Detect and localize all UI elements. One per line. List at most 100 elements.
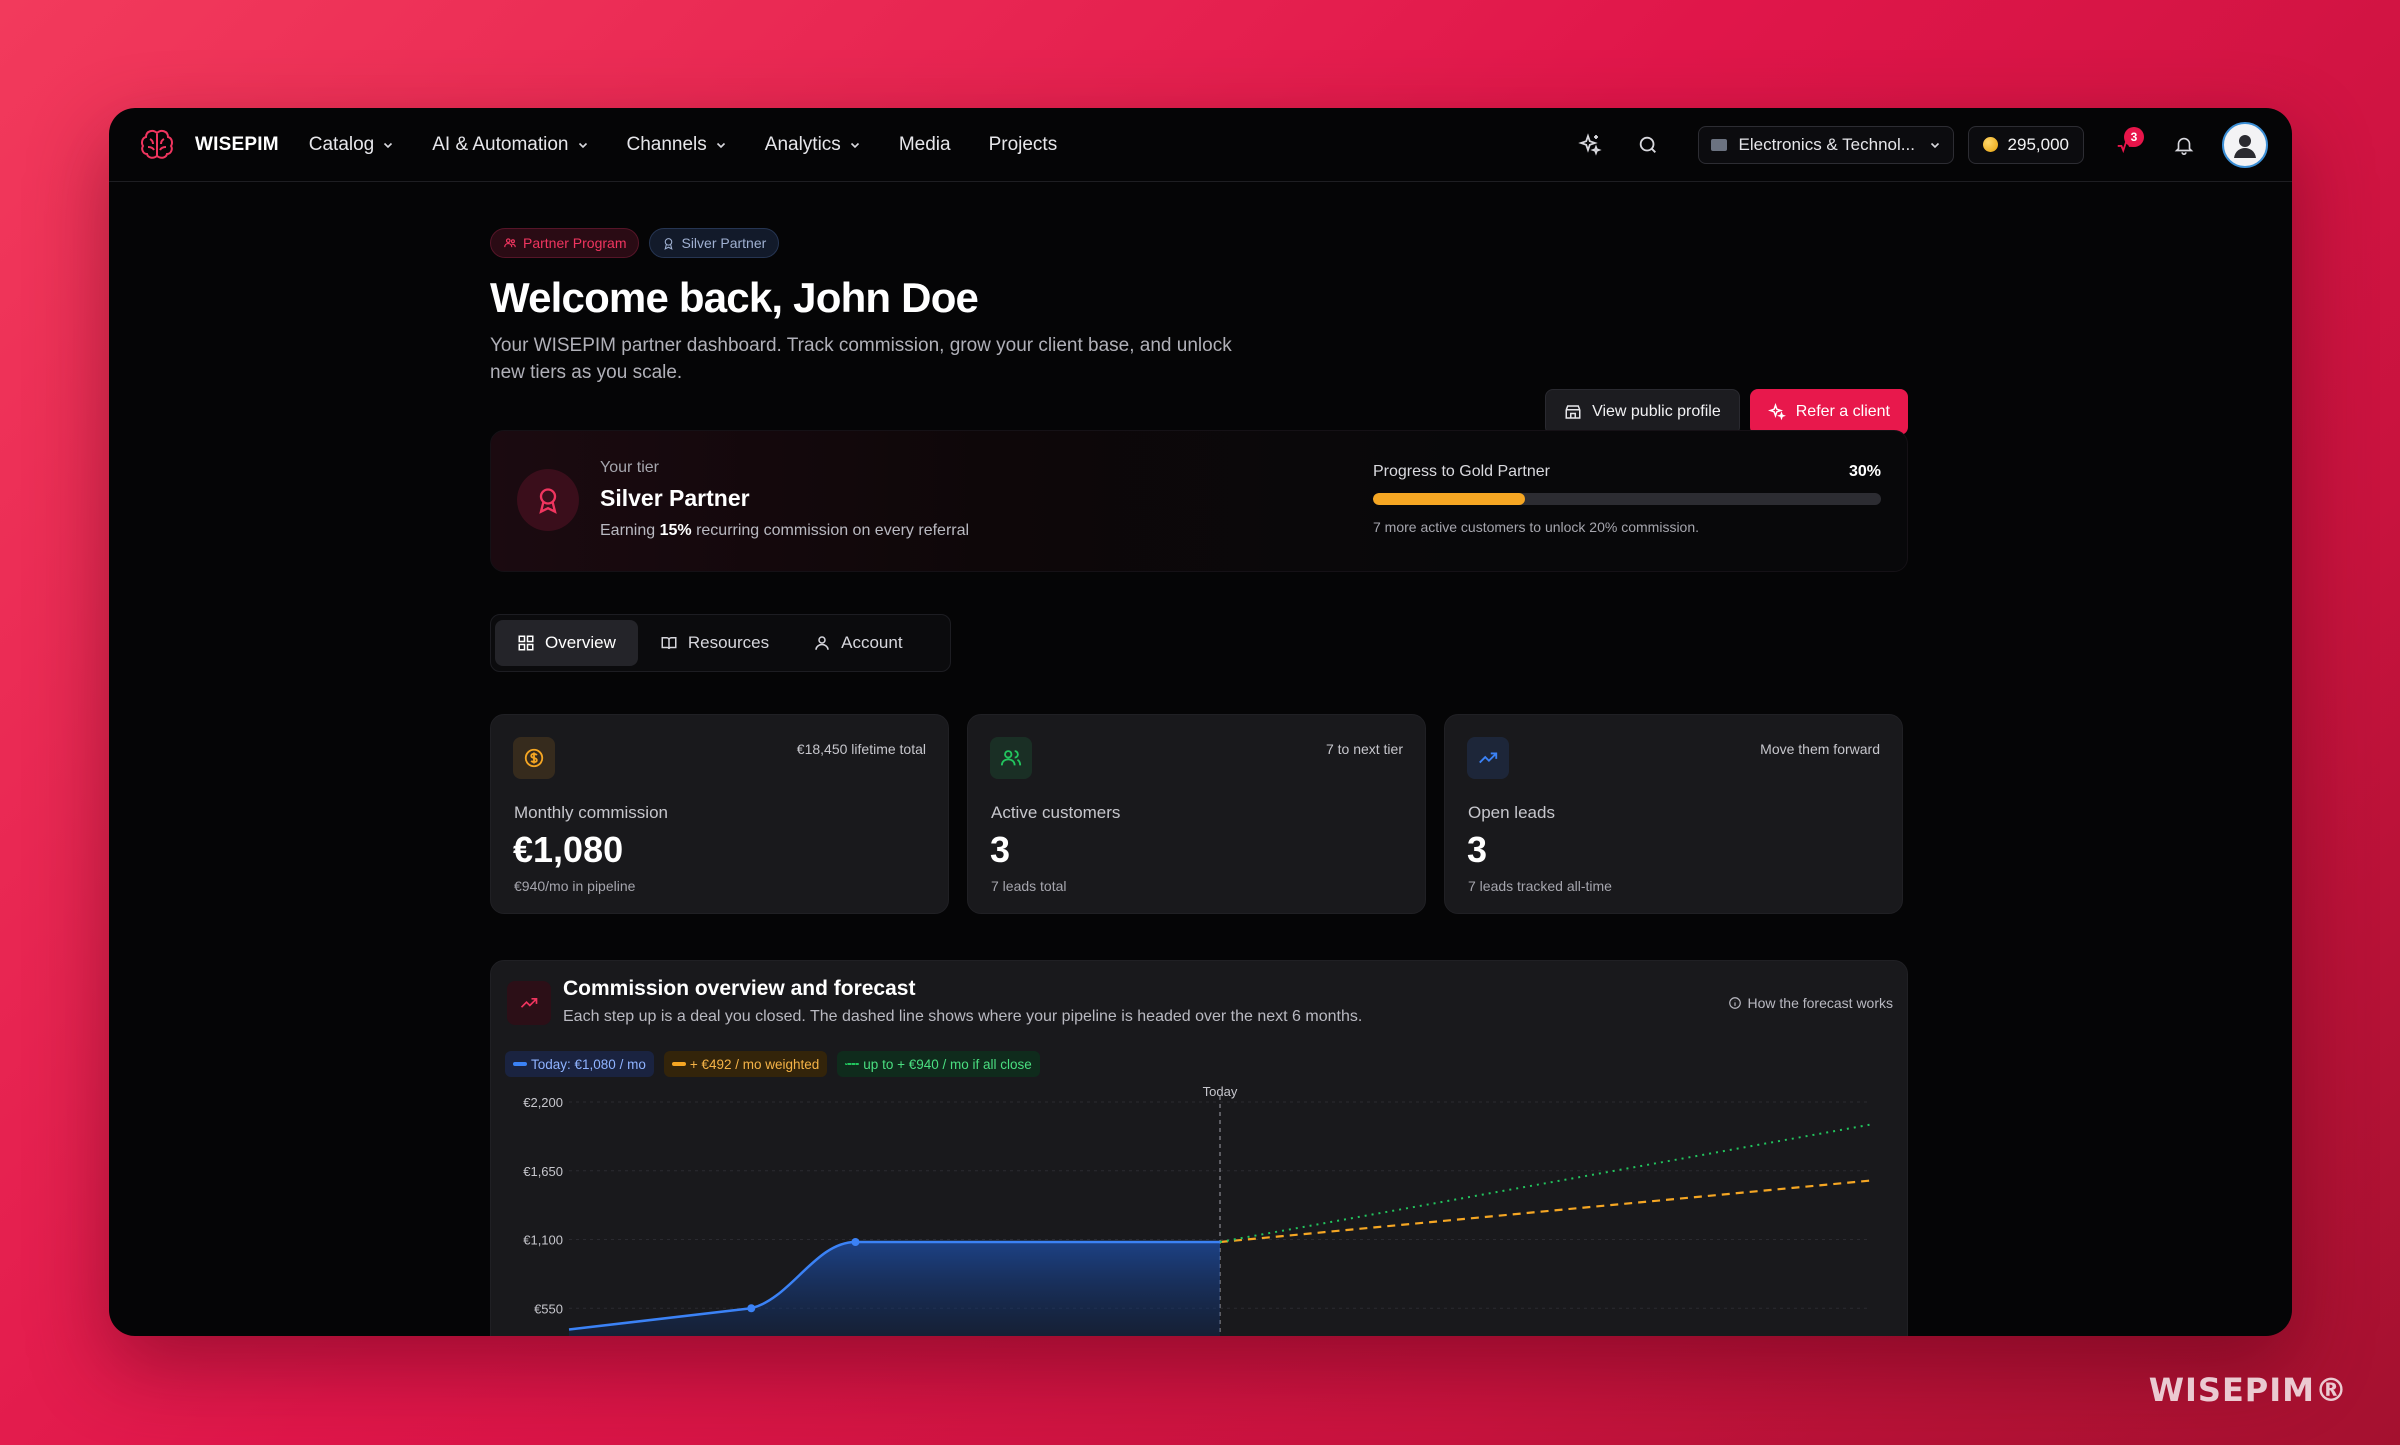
forecast-card: Commission overview and forecast Each st… — [490, 960, 1908, 1336]
stat-sub: €940/mo in pipeline — [514, 878, 636, 894]
dashboard-tabs: Overview Resources Account — [490, 614, 951, 672]
stat-meta: Move them forward — [1760, 741, 1880, 757]
brand-name[interactable]: WISEPIM — [195, 134, 279, 156]
brand-watermark: WISEPIM® — [2148, 1371, 2348, 1409]
users-icon — [504, 238, 516, 248]
view-public-profile-button[interactable]: View public profile — [1545, 389, 1740, 435]
nav-item-catalog[interactable]: Catalog — [309, 134, 395, 156]
partner-program-chip: Partner Program — [490, 228, 640, 258]
tier-label: Your tier — [600, 459, 659, 476]
nav-item-media[interactable]: Media — [899, 134, 951, 156]
store-icon — [1565, 405, 1581, 419]
flag-icon — [1710, 138, 1727, 151]
y-tick-label: €550 — [534, 1301, 563, 1316]
bell-icon — [2174, 137, 2194, 155]
nav-right: Electronics & Technol... 295,000 3 — [1552, 121, 2268, 168]
weighted-forecast-line — [1219, 1179, 1872, 1244]
tier-name: Silver Partner — [600, 485, 750, 511]
credits-balance[interactable]: 295,000 — [1967, 125, 2084, 164]
nav-item-channels[interactable]: Channels — [627, 134, 727, 156]
top-nav: WISEPIM Catalog AI & Automation Channels An… — [109, 108, 2292, 182]
stats-row: €18,450 lifetime total Monthly commission… — [490, 714, 1908, 914]
progress-track — [1373, 493, 1881, 505]
history-area — [569, 1242, 1220, 1336]
tab-account[interactable]: Account — [791, 620, 924, 666]
stat-label: Open leads — [1468, 803, 1555, 822]
refer-client-button[interactable]: Refer a client — [1749, 389, 1908, 435]
stat-meta: 7 to next tier — [1325, 741, 1403, 757]
tier-progress: Progress to Gold Partner 30% 7 more acti… — [1373, 463, 1881, 535]
tab-overview[interactable]: Overview — [495, 620, 638, 666]
user-icon — [2234, 134, 2256, 158]
dollar-icon — [513, 737, 555, 779]
chevron-down-icon — [1930, 142, 1939, 148]
hero-actions: View public profile Refer a client — [1545, 389, 1908, 435]
y-tick-label: €1,650 — [523, 1164, 563, 1179]
search-icon — [1639, 136, 1656, 153]
progress-fill — [1373, 493, 1526, 505]
nav-links: Catalog AI & Automation Channels Analytics M… — [309, 134, 1095, 156]
history-point — [851, 1238, 860, 1246]
silver-partner-label: Silver Partner — [681, 235, 767, 251]
activity-button[interactable]: 3 — [2106, 125, 2146, 165]
user-icon — [815, 636, 829, 650]
sparkles-icon — [1577, 132, 1602, 156]
nav-item-ai-automation[interactable]: AI & Automation — [432, 134, 588, 156]
stat-label: Active customers — [991, 803, 1121, 822]
refer-client-label: Refer a client — [1795, 403, 1890, 420]
stat-label: Monthly commission — [514, 803, 668, 822]
stat-value: €1,080 — [513, 829, 624, 870]
nav-item-analytics[interactable]: Analytics — [765, 134, 861, 156]
stat-card: €18,450 lifetime total Monthly commission… — [490, 714, 949, 914]
tier-description: Earning 15% recurring commission on ever… — [600, 522, 970, 539]
award-icon — [517, 469, 579, 531]
book-icon — [661, 637, 677, 650]
stat-card: 7 to next tier Active customers 3 7 leads t… — [967, 714, 1426, 914]
trend-icon — [1467, 737, 1509, 779]
main-content: Partner Program Silver Partner Welcome b… — [490, 228, 1908, 1336]
page-subtitle: Your WISEPIM partner dashboard. Track co… — [490, 335, 1232, 383]
page-title: Welcome back, John Doe — [490, 274, 979, 321]
tier-card: Your tier Silver Partner Earning 15% rec… — [490, 430, 1908, 572]
chevron-down-icon — [578, 142, 587, 148]
search-button[interactable] — [1628, 125, 1668, 165]
progress-percent: 30% — [1848, 463, 1881, 480]
users-icon — [990, 737, 1032, 779]
y-tick-label: €1,100 — [523, 1233, 563, 1248]
stat-value: 3 — [990, 829, 1011, 870]
workspace-label: Electronics & Technol... — [1738, 134, 1915, 154]
hero-chips: Partner Program Silver Partner — [490, 228, 1908, 258]
stat-sub: 7 leads tracked all-time — [1468, 878, 1612, 894]
workspace-select[interactable]: Electronics & Technol... — [1697, 125, 1954, 164]
all-close-forecast-line — [1219, 1123, 1872, 1243]
nav-item-projects[interactable]: Projects — [989, 134, 1058, 156]
chevron-down-icon — [850, 142, 859, 148]
app-window: WISEPIM Catalog AI & Automation Channels An… — [109, 108, 2292, 1336]
partner-program-label: Partner Program — [523, 235, 627, 251]
coin-icon — [1982, 137, 1998, 152]
stat-meta: €18,450 lifetime total — [796, 741, 926, 757]
tier-text: Your tier Silver Partner Earning 15% rec… — [600, 459, 969, 540]
credits-value: 295,000 — [2007, 134, 2069, 154]
brain-logo-icon[interactable] — [137, 125, 177, 165]
chevron-down-icon — [384, 142, 393, 148]
stat-sub: 7 leads total — [991, 878, 1067, 894]
view-public-profile-label: View public profile — [1592, 403, 1721, 420]
today-label: Today — [1203, 1084, 1238, 1099]
user-avatar[interactable] — [2222, 121, 2268, 168]
sparkles-icon — [1767, 403, 1786, 421]
silver-partner-chip: Silver Partner — [649, 228, 780, 258]
tab-resources[interactable]: Resources — [638, 620, 791, 666]
award-icon — [664, 237, 674, 250]
y-tick-label: €2,200 — [523, 1095, 563, 1110]
progress-label: Progress to Gold Partner — [1373, 463, 1550, 480]
ai-sparkle-button[interactable] — [1570, 125, 1610, 165]
alerts-count-badge: 3 — [2124, 126, 2144, 147]
notifications-button[interactable] — [2164, 125, 2204, 165]
progress-note: 7 more active customers to unlock 20% co… — [1373, 519, 1700, 535]
stat-value: 3 — [1467, 829, 1488, 870]
stat-card: Move them forward Open leads 3 7 leads trac… — [1444, 714, 1903, 914]
history-point — [747, 1304, 756, 1313]
chevron-down-icon — [716, 142, 725, 148]
grid-icon — [518, 635, 534, 651]
